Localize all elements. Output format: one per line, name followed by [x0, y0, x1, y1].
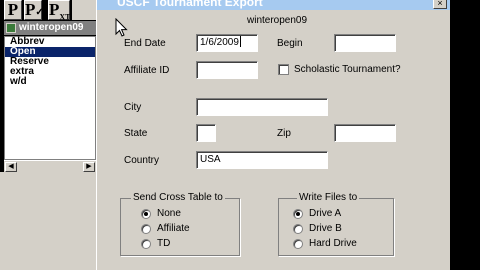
drive-b-label: Drive B	[309, 223, 342, 234]
country-label: Country	[124, 155, 160, 166]
dialog-titlebar: USCF Tournament Export	[97, 0, 451, 10]
cross-table-group: Send Cross Table to None Affiliate TD	[120, 192, 240, 256]
scroll-left-arrow-icon[interactable]: ◀	[5, 162, 17, 172]
tournament-name: winteropen09	[247, 15, 308, 26]
list-item[interactable]: w/d	[5, 77, 95, 87]
affiliate-id-field[interactable]	[196, 61, 258, 79]
affiliate-id-label: Affiliate ID	[124, 65, 170, 76]
zip-field[interactable]	[334, 124, 396, 142]
text-caret	[239, 36, 241, 47]
toolbar-pxt-button[interactable]: PXT	[48, 0, 71, 21]
cross-table-none-label: None	[157, 208, 181, 219]
drive-a-label: Drive A	[309, 208, 342, 219]
toolbar-p-button[interactable]: P	[4, 0, 22, 20]
toolbar-background	[72, 0, 96, 20]
end-date-value: 1/6/2009	[200, 37, 239, 48]
city-field[interactable]	[196, 98, 328, 116]
window-app-icon	[6, 23, 16, 33]
left-list-scrollbar[interactable]: ◀ ▶	[4, 160, 96, 172]
end-date-label: End Date	[124, 38, 166, 49]
close-button[interactable]: ×	[433, 0, 447, 9]
state-field[interactable]	[196, 124, 216, 142]
cross-table-none-radio[interactable]	[141, 209, 151, 219]
desktop-background	[450, 0, 480, 270]
country-value: USA	[200, 154, 221, 165]
check-icon: ✓	[35, 7, 44, 18]
mouse-pointer-icon	[115, 18, 128, 37]
hard-drive-label: Hard Drive	[309, 238, 357, 249]
toolbar-pxt-label: P	[49, 0, 60, 19]
cross-table-affiliate-radio[interactable]	[141, 224, 151, 234]
toolbar-p-check-label: P	[25, 0, 36, 19]
export-dialog: USCF Tournament Export × winteropen09 En…	[96, 0, 451, 270]
toolbar-p-check-button[interactable]: P✓	[24, 0, 44, 20]
hard-drive-radio[interactable]	[293, 239, 303, 249]
cross-table-td-radio[interactable]	[141, 239, 151, 249]
cross-table-td-label: TD	[157, 238, 171, 249]
toolbar-p-label: P	[7, 0, 19, 19]
cross-table-legend: Send Cross Table to	[131, 192, 225, 203]
begin-field[interactable]	[334, 34, 396, 52]
write-files-group: Write Files to Drive A Drive B Hard Driv…	[278, 192, 394, 256]
write-files-legend: Write Files to	[297, 192, 360, 203]
scholastic-label: Scholastic Tournament?	[294, 64, 401, 75]
cross-table-affiliate-label: Affiliate	[157, 223, 190, 234]
end-date-field[interactable]: 1/6/2009	[196, 34, 258, 52]
drive-b-radio[interactable]	[293, 224, 303, 234]
left-window-title: winteropen09	[19, 22, 84, 33]
close-icon: ×	[437, 0, 443, 8]
left-window-titlebar: winteropen09	[4, 21, 96, 35]
zip-label: Zip	[277, 128, 291, 139]
scholastic-checkbox[interactable]	[278, 64, 289, 75]
scroll-right-arrow-icon[interactable]: ▶	[83, 162, 95, 172]
section-list[interactable]: Abbrev Open Reserve extra w/d	[4, 36, 96, 160]
dialog-title: USCF Tournament Export	[117, 0, 263, 9]
left-panel-background	[0, 172, 96, 270]
begin-label: Begin	[277, 38, 303, 49]
country-field[interactable]: USA	[196, 151, 328, 169]
drive-a-radio[interactable]	[293, 209, 303, 219]
city-label: City	[124, 102, 142, 113]
state-label: State	[124, 128, 148, 139]
